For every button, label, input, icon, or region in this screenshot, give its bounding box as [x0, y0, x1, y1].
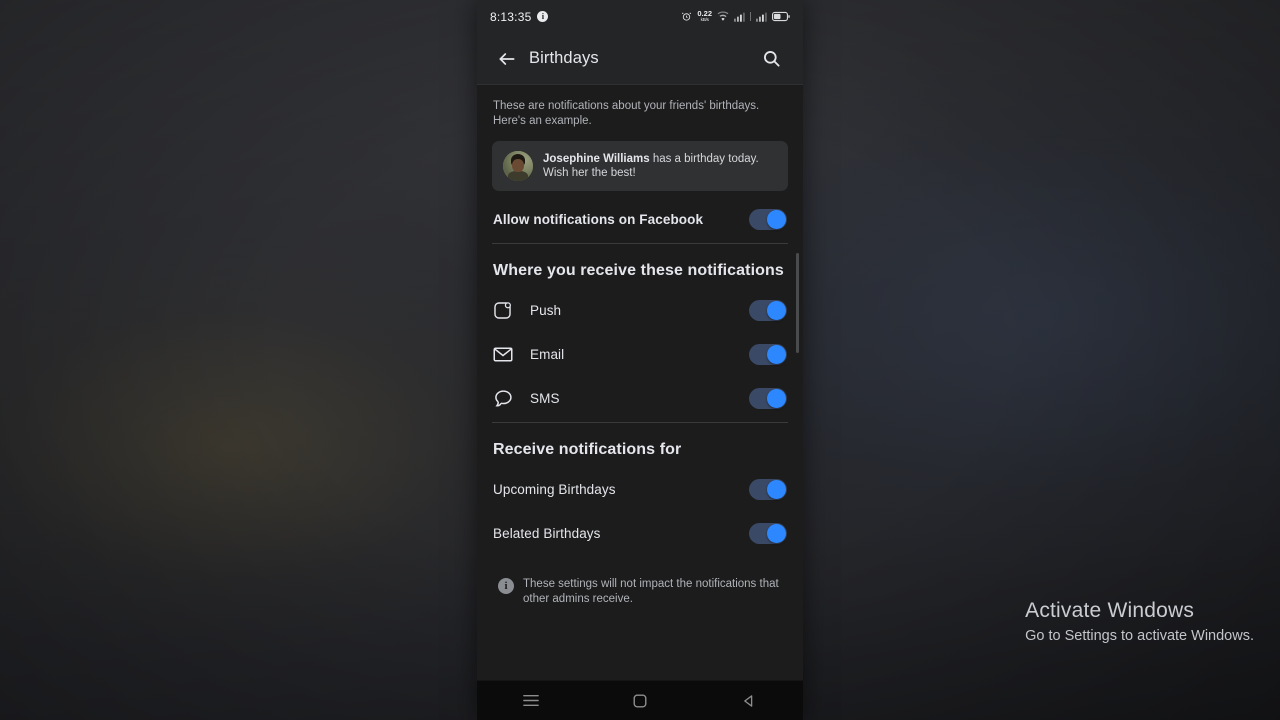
wifi-icon	[717, 11, 729, 21]
watermark-title: Activate Windows	[1025, 599, 1195, 622]
admin-note-text: These settings will not impact the notif…	[523, 578, 779, 605]
nav-back-button[interactable]	[727, 684, 771, 718]
example-person-name: Josephine Williams	[543, 152, 650, 165]
android-nav-bar	[477, 680, 803, 720]
page-title: Birthdays	[529, 49, 599, 67]
watermark-subtitle: Go to Settings to activate Windows.	[1025, 628, 1254, 644]
scrollbar-thumb[interactable]	[796, 253, 799, 353]
push-label: Push	[530, 302, 562, 318]
toggle-allow-notifications[interactable]	[749, 208, 787, 230]
phone-screen: 8:13:35 i 0.22 kB/s Birthdays These are …	[477, 0, 803, 720]
status-bar-right: 0.22 kB/s	[681, 10, 790, 22]
home-square-icon	[633, 694, 647, 707]
row-push[interactable]: Push	[492, 288, 788, 332]
envelope-icon	[493, 343, 519, 365]
example-message: has a birthday today.	[649, 152, 759, 165]
example-notification-text: Josephine Williams has a birthday today.…	[543, 152, 759, 181]
toggle-push[interactable]	[749, 299, 787, 321]
toggle-email[interactable]	[749, 343, 787, 365]
back-button[interactable]	[493, 45, 521, 73]
chat-bubble-icon	[493, 387, 519, 409]
battery-icon	[772, 11, 790, 22]
avatar-body	[508, 170, 528, 181]
section-title-where: Where you receive these notifications	[493, 262, 784, 279]
intro-description: These are notifications about your frien…	[493, 100, 760, 127]
menu-recents-icon	[523, 694, 540, 707]
belated-birthdays-label: Belated Birthdays	[493, 525, 601, 541]
windows-activation-watermark: Activate Windows Go to Settings to activ…	[1025, 598, 1254, 646]
back-triangle-icon	[743, 694, 752, 707]
status-bar: 8:13:35 i 0.22 kB/s	[477, 0, 803, 33]
avatar	[503, 151, 533, 181]
search-button[interactable]	[757, 45, 785, 73]
avatar-face	[512, 158, 524, 172]
nav-recents-button[interactable]	[509, 684, 553, 718]
signal-1-icon	[734, 12, 745, 22]
info-icon: i	[498, 578, 514, 594]
toggle-sms[interactable]	[749, 387, 787, 409]
example-message-line2: Wish her the best!	[543, 167, 636, 179]
search-icon	[763, 51, 780, 67]
network-speed-icon: 0.22 kB/s	[697, 10, 712, 22]
row-allow-notifications[interactable]: Allow notifications on Facebook	[492, 197, 788, 241]
example-notification-card: Josephine Williams has a birthday today.…	[492, 141, 788, 191]
back-arrow-icon	[499, 52, 515, 65]
toggle-belated-birthdays[interactable]	[749, 522, 787, 544]
nav-home-button[interactable]	[618, 684, 662, 718]
row-belated-birthdays[interactable]: Belated Birthdays	[492, 511, 788, 555]
toggle-knob	[767, 300, 786, 320]
toggle-knob	[767, 523, 786, 543]
toggle-knob	[767, 479, 786, 499]
settings-scroll-area[interactable]: These are notifications about your frien…	[477, 85, 803, 680]
status-bar-left: 8:13:35 i	[490, 9, 549, 24]
allow-notifications-label: Allow notifications on Facebook	[493, 211, 704, 227]
sms-label: SMS	[530, 390, 560, 406]
email-label: Email	[530, 346, 565, 362]
info-badge-icon: i	[537, 11, 549, 22]
section-title-receive: Receive notifications for	[493, 441, 682, 458]
row-upcoming-birthdays[interactable]: Upcoming Birthdays	[492, 467, 788, 511]
divider-after-where-section	[492, 422, 788, 423]
toggle-knob	[767, 209, 786, 229]
alarm-icon	[682, 12, 692, 21]
push-notification-icon	[493, 299, 519, 321]
status-clock: 8:13:35	[490, 9, 532, 24]
app-bar: Birthdays	[477, 33, 803, 85]
toggle-knob	[767, 344, 786, 364]
row-sms[interactable]: SMS	[492, 376, 788, 420]
toggle-upcoming-birthdays[interactable]	[749, 478, 787, 500]
divider-after-allow	[492, 243, 788, 244]
admin-note: i These settings will not impact the not…	[492, 555, 788, 606]
signal-2-icon	[756, 12, 767, 22]
row-email[interactable]: Email	[492, 332, 788, 376]
signal-divider	[750, 12, 751, 21]
network-speed-unit: kB/s	[700, 16, 709, 22]
toggle-knob	[767, 388, 786, 408]
upcoming-birthdays-label: Upcoming Birthdays	[493, 481, 616, 497]
